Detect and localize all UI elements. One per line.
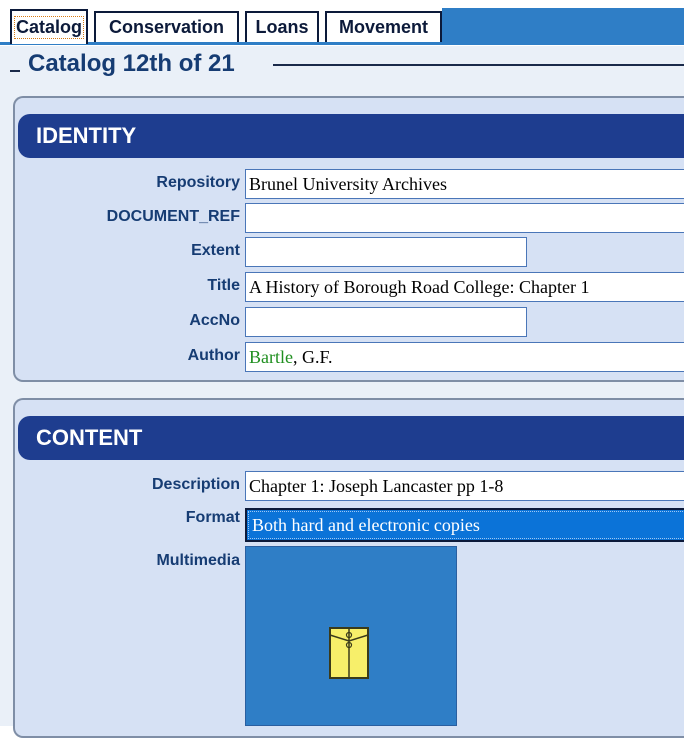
content-header: CONTENT xyxy=(18,416,684,460)
description-field[interactable]: Chapter 1: Joseph Lancaster pp 1-8 xyxy=(245,471,684,501)
envelope-icon[interactable] xyxy=(329,627,369,679)
tab-strip-fill xyxy=(442,8,684,44)
author-rest: , G.F. xyxy=(292,347,333,367)
format-label: Format xyxy=(185,509,240,526)
author-field[interactable]: Bartle, G.F. xyxy=(245,342,684,372)
multimedia-box[interactable] xyxy=(245,546,457,726)
description-label: Description xyxy=(151,476,240,493)
author-label: Author xyxy=(187,347,240,364)
accno-field[interactable] xyxy=(245,307,527,337)
tab-movement[interactable]: Movement xyxy=(325,11,442,42)
tab-loans-label: Loans xyxy=(255,17,309,37)
author-link[interactable]: Bartle xyxy=(249,347,293,367)
tab-bar: Catalog Conservation Loans Movement xyxy=(0,0,684,46)
tab-conservation-label: Conservation xyxy=(108,17,225,37)
identity-header: IDENTITY xyxy=(18,114,684,158)
document-ref-label: DOCUMENT_REF xyxy=(106,208,240,225)
format-selected-option: Both hard and electronic copies xyxy=(252,515,480,535)
accno-label: AccNo xyxy=(189,312,240,329)
extent-field[interactable] xyxy=(245,237,527,267)
title-label: Title xyxy=(207,277,240,294)
tab-loans[interactable]: Loans xyxy=(245,11,319,42)
multimedia-label: Multimedia xyxy=(156,552,240,569)
tab-conservation[interactable]: Conservation xyxy=(94,11,239,42)
page-title: Catalog 12th of 21 xyxy=(28,50,235,77)
tab-underline xyxy=(0,42,684,45)
title-rule xyxy=(273,64,684,66)
repository-label: Repository xyxy=(156,174,240,191)
format-select[interactable]: Both hard and electronic copies xyxy=(245,508,684,542)
tab-catalog-label: Catalog xyxy=(13,16,85,39)
tab-movement-label: Movement xyxy=(338,17,428,37)
title-dash xyxy=(10,70,20,72)
repository-field[interactable]: Brunel University Archives xyxy=(245,169,684,199)
document-ref-field[interactable] xyxy=(245,203,684,233)
title-field[interactable]: A History of Borough Road College: Chapt… xyxy=(245,272,684,302)
tab-catalog[interactable]: Catalog xyxy=(10,9,88,44)
extent-label: Extent xyxy=(191,242,240,259)
